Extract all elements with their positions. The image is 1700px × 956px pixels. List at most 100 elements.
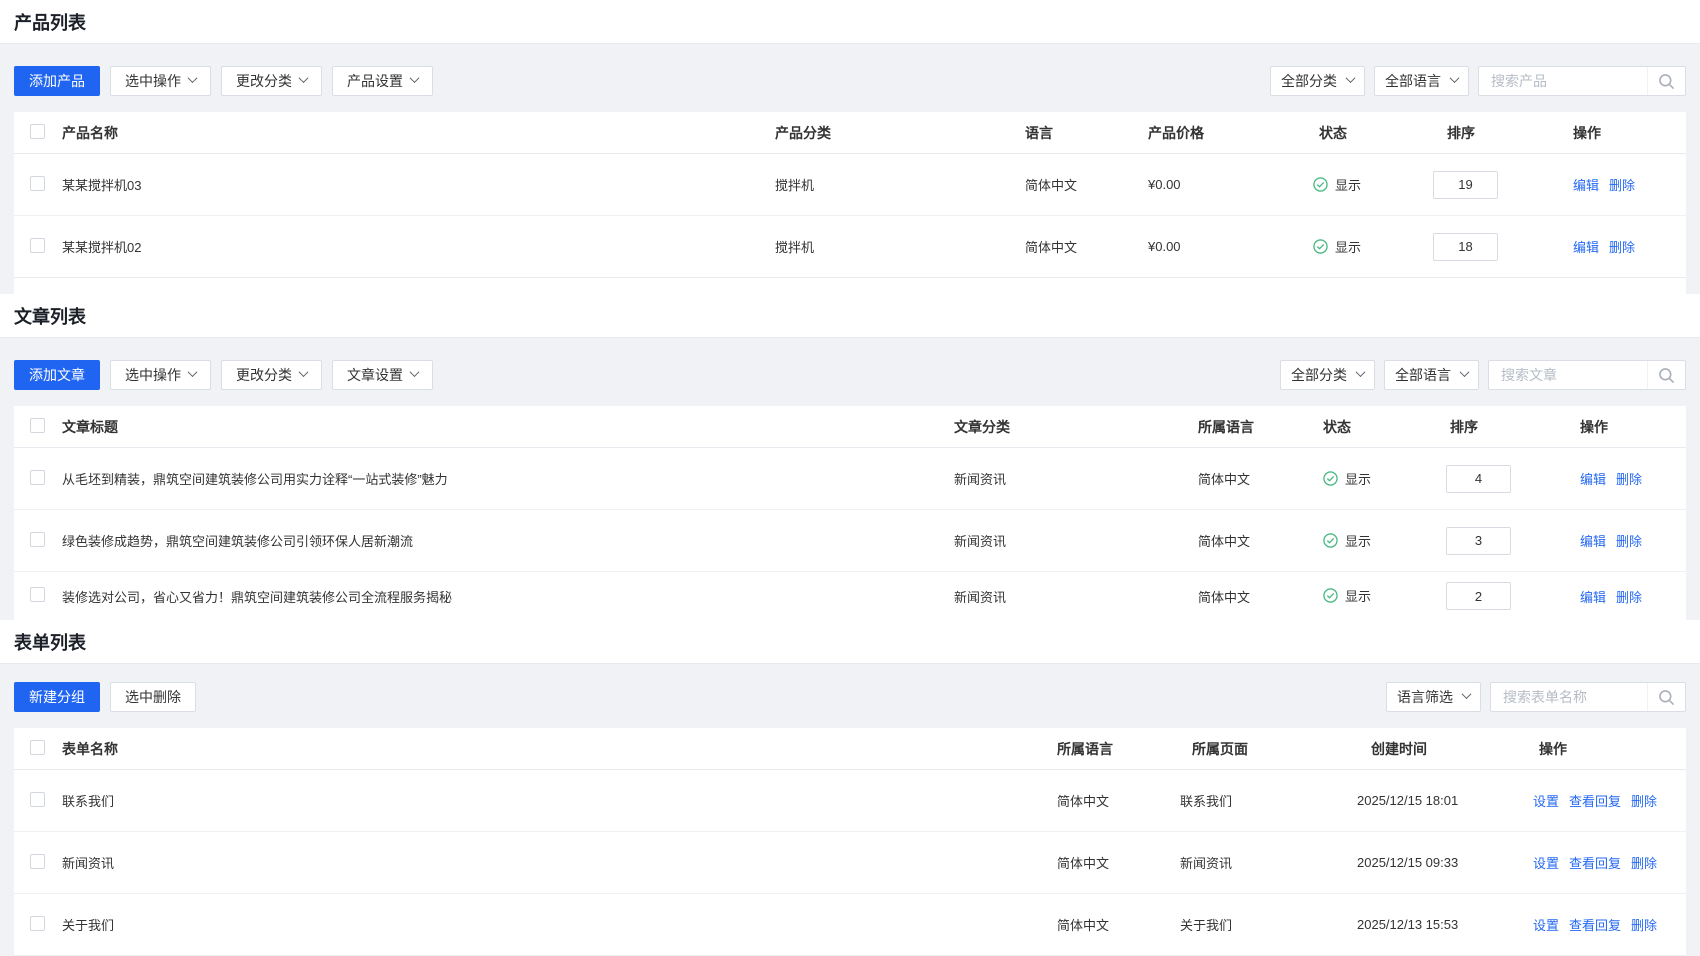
product-language: 简体中文 (1025, 237, 1148, 256)
chevron-down-icon (1356, 367, 1366, 377)
search-icon[interactable] (1647, 361, 1685, 389)
select-all-checkbox[interactable] (30, 418, 45, 433)
chevron-down-icon (1462, 689, 1472, 699)
chevron-down-icon (1460, 367, 1470, 377)
select-all-checkbox[interactable] (30, 740, 45, 755)
products-toolbar: 添加产品 选中操作 更改分类 产品设置 全部分类 全部语言 (14, 66, 1686, 96)
settings-link[interactable]: 设置 (1533, 915, 1559, 934)
settings-link[interactable]: 设置 (1533, 853, 1559, 872)
product-settings-dropdown[interactable]: 产品设置 (332, 66, 433, 96)
row-checkbox[interactable] (30, 238, 45, 253)
col-sort: 排序 (1446, 417, 1558, 437)
delete-link[interactable]: 删除 (1609, 175, 1635, 194)
col-created: 创建时间 (1357, 739, 1533, 759)
row-checkbox[interactable] (30, 854, 45, 869)
table-row: 关于我们 简体中文 关于我们 2025/12/13 15:53 设置查看回复删除 (14, 894, 1686, 956)
article-selected-actions-dropdown[interactable]: 选中操作 (110, 360, 211, 390)
col-language: 所属语言 (1198, 417, 1323, 437)
article-title: 装修选对公司，省心又省力！鼎筑空间建筑装修公司全流程服务揭秘 (62, 587, 954, 606)
products-table: 产品名称 产品分类 语言 产品价格 状态 排序 操作 某某搅拌机03 搅拌机 简… (14, 112, 1686, 294)
col-sort: 排序 (1433, 123, 1545, 143)
sort-input[interactable] (1433, 233, 1498, 261)
row-checkbox[interactable] (30, 587, 45, 602)
col-actions: 操作 (1533, 739, 1686, 759)
chevron-down-icon (410, 367, 420, 377)
article-title: 从毛坯到精装，鼎筑空间建筑装修公司用实力诠释“一站式装修”魅力 (62, 469, 954, 488)
edit-link[interactable]: 编辑 (1573, 237, 1599, 256)
status-badge: 显示 (1313, 175, 1361, 194)
article-search-input[interactable] (1489, 361, 1647, 389)
view-replies-link[interactable]: 查看回复 (1569, 915, 1621, 934)
form-name: 关于我们 (62, 915, 1057, 934)
article-search (1488, 360, 1686, 390)
product-price: ¥0.00 (1148, 239, 1313, 254)
article-category: 新闻资讯 (954, 469, 1198, 488)
row-checkbox[interactable] (30, 916, 45, 931)
edit-link[interactable]: 编辑 (1580, 531, 1606, 550)
products-table-header: 产品名称 产品分类 语言 产品价格 状态 排序 操作 (14, 112, 1686, 154)
add-article-button[interactable]: 添加文章 (14, 360, 100, 390)
article-language: 简体中文 (1198, 531, 1323, 550)
products-page-title: 产品列表 (14, 9, 86, 35)
search-icon[interactable] (1647, 67, 1685, 95)
form-page: 联系我们 (1180, 791, 1357, 810)
add-product-button[interactable]: 添加产品 (14, 66, 100, 96)
row-checkbox[interactable] (30, 470, 45, 485)
delete-link[interactable]: 删除 (1631, 915, 1657, 934)
product-change-category-dropdown[interactable]: 更改分类 (221, 66, 322, 96)
delete-link[interactable]: 删除 (1616, 587, 1642, 606)
row-checkbox[interactable] (30, 792, 45, 807)
product-language-filter[interactable]: 全部语言 (1374, 66, 1469, 96)
table-row: 绿色装修成趋势，鼎筑空间建筑装修公司引领环保人居新潮流 新闻资讯 简体中文 显示… (14, 510, 1686, 572)
check-circle-icon (1313, 177, 1328, 192)
chevron-down-icon (299, 73, 309, 83)
product-language: 简体中文 (1025, 175, 1148, 194)
sort-input[interactable] (1446, 465, 1511, 493)
product-selected-actions-dropdown[interactable]: 选中操作 (110, 66, 211, 96)
delete-link[interactable]: 删除 (1631, 853, 1657, 872)
delete-link[interactable]: 删除 (1609, 237, 1635, 256)
article-language: 简体中文 (1198, 469, 1323, 488)
new-group-button[interactable]: 新建分组 (14, 682, 100, 712)
col-product-category: 产品分类 (775, 123, 1025, 143)
search-icon[interactable] (1647, 683, 1685, 711)
row-checkbox[interactable] (30, 176, 45, 191)
row-checkbox[interactable] (30, 532, 45, 547)
delete-link[interactable]: 删除 (1631, 791, 1657, 810)
col-language: 语言 (1025, 123, 1148, 143)
form-page: 新闻资讯 (1180, 853, 1357, 872)
edit-link[interactable]: 编辑 (1580, 469, 1606, 488)
article-language-filter[interactable]: 全部语言 (1384, 360, 1479, 390)
delete-link[interactable]: 删除 (1616, 531, 1642, 550)
sort-input[interactable] (1446, 582, 1511, 610)
article-title: 绿色装修成趋势，鼎筑空间建筑装修公司引领环保人居新潮流 (62, 531, 954, 550)
article-language: 简体中文 (1198, 587, 1323, 606)
article-settings-dropdown[interactable]: 文章设置 (332, 360, 433, 390)
view-replies-link[interactable]: 查看回复 (1569, 791, 1621, 810)
select-all-checkbox[interactable] (30, 124, 45, 139)
edit-link[interactable]: 编辑 (1573, 175, 1599, 194)
form-search-input[interactable] (1491, 683, 1647, 711)
settings-link[interactable]: 设置 (1533, 791, 1559, 810)
edit-link[interactable]: 编辑 (1580, 587, 1606, 606)
sort-input[interactable] (1446, 527, 1511, 555)
product-category-filter[interactable]: 全部分类 (1270, 66, 1365, 96)
article-category-filter[interactable]: 全部分类 (1280, 360, 1375, 390)
view-replies-link[interactable]: 查看回复 (1569, 853, 1621, 872)
delete-link[interactable]: 删除 (1616, 469, 1642, 488)
article-change-category-dropdown[interactable]: 更改分类 (221, 360, 322, 390)
product-search (1478, 66, 1686, 96)
product-search-input[interactable] (1479, 67, 1647, 95)
product-category: 搅拌机 (775, 237, 1025, 256)
sort-input[interactable] (1433, 171, 1498, 199)
col-language: 所属语言 (1057, 739, 1180, 759)
articles-toolbar: 添加文章 选中操作 更改分类 文章设置 全部分类 全部语言 (14, 360, 1686, 390)
col-status: 状态 (1313, 123, 1433, 143)
delete-selected-button[interactable]: 选中删除 (110, 682, 196, 712)
articles-page-title: 文章列表 (14, 303, 86, 329)
col-actions: 操作 (1545, 123, 1686, 143)
products-section-titlebar: 产品列表 (0, 0, 1700, 44)
form-name: 新闻资讯 (62, 853, 1057, 872)
check-circle-icon (1323, 471, 1338, 486)
form-language-filter[interactable]: 语言筛选 (1386, 682, 1481, 712)
